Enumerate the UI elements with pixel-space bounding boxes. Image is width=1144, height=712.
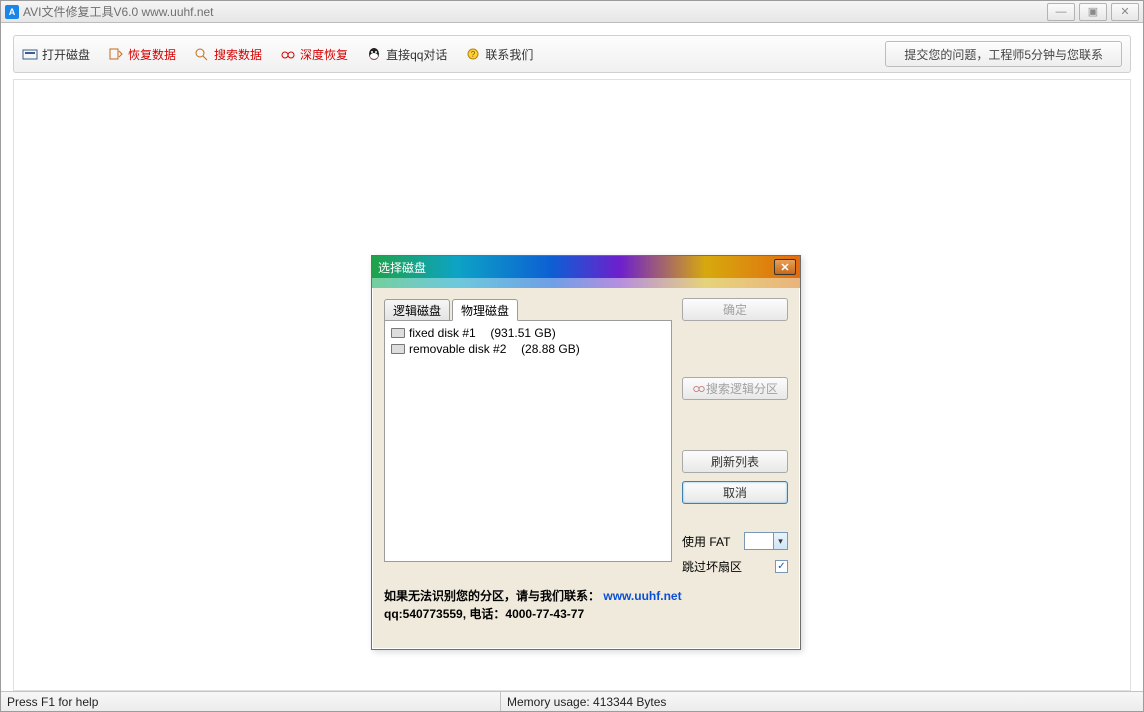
select-disk-dialog: 选择磁盘 ✕ 逻辑磁盘 物理磁盘 — [371, 255, 801, 650]
ok-label: 确定 — [723, 301, 747, 318]
qq-chat-label: 直接qq对话 — [386, 46, 447, 63]
status-left: Press F1 for help — [1, 692, 501, 711]
tab-physical-label: 物理磁盘 — [461, 302, 509, 319]
window-title: AVI文件修复工具V6.0 www.uuhf.net — [23, 3, 214, 20]
ok-button[interactable]: 确定 — [682, 298, 788, 321]
search-icon — [194, 47, 210, 61]
minimize-button[interactable]: — — [1047, 3, 1075, 21]
disk-list-item[interactable]: fixed disk #1 (931.51 GB) — [391, 325, 665, 341]
title-bar: A AVI文件修复工具V6.0 www.uuhf.net — ▣ ✕ — [1, 1, 1143, 23]
skip-bad-checkbox[interactable]: ✓ — [775, 560, 788, 573]
help-icon: ? — [465, 47, 481, 61]
use-fat-label: 使用 FAT — [682, 533, 730, 550]
glasses-icon — [280, 47, 296, 61]
cancel-button[interactable]: 取消 — [682, 481, 788, 504]
qq-icon — [366, 47, 382, 61]
dialog-titlebar[interactable]: 选择磁盘 ✕ — [372, 256, 800, 278]
refresh-button[interactable]: 刷新列表 — [682, 450, 788, 473]
submit-question-button[interactable]: 提交您的问题，工程师5分钟与您联系 — [885, 41, 1122, 67]
dialog-decoration — [372, 278, 800, 288]
hdd-icon — [391, 328, 405, 338]
maximize-button[interactable]: ▣ — [1079, 3, 1107, 21]
recover-data-label: 恢复数据 — [128, 46, 176, 63]
status-right: Memory usage: 413344 Bytes — [501, 692, 1143, 711]
removable-icon — [391, 344, 405, 354]
dialog-footer-text: 如果无法识别您的分区，请与我们联系： www.uuhf.net qq:54077… — [384, 587, 788, 623]
status-bar: Press F1 for help Memory usage: 413344 B… — [1, 691, 1143, 711]
deep-recover-button[interactable]: 深度恢复 — [280, 46, 348, 63]
recover-icon — [108, 47, 124, 61]
search-partition-button[interactable]: 搜索逻辑分区 — [682, 377, 788, 400]
glasses-icon — [692, 382, 706, 396]
status-left-text: Press F1 for help — [7, 695, 98, 709]
tab-physical-disk[interactable]: 物理磁盘 — [452, 299, 518, 321]
open-disk-button[interactable]: 打开磁盘 — [22, 46, 90, 63]
contact-us-button[interactable]: ? 联系我们 — [465, 46, 533, 63]
search-data-button[interactable]: 搜索数据 — [194, 46, 262, 63]
footer-line1-a: 如果无法识别您的分区，请与我们联系： — [384, 589, 600, 603]
disk-name: removable disk #2 — [409, 342, 506, 356]
deep-recover-label: 深度恢复 — [300, 46, 348, 63]
disk-list-item[interactable]: removable disk #2 (28.88 GB) — [391, 341, 665, 357]
app-icon: A — [5, 5, 19, 19]
main-toolbar: 打开磁盘 恢复数据 搜索数据 深度恢复 直接qq对话 — [13, 35, 1131, 73]
check-icon: ✓ — [777, 561, 785, 572]
status-right-text: Memory usage: 413344 Bytes — [507, 695, 666, 709]
chevron-down-icon: ▾ — [773, 533, 787, 549]
skip-bad-label: 跳过坏扇区 — [682, 558, 742, 575]
disk-list[interactable]: fixed disk #1 (931.51 GB) removable disk… — [384, 320, 672, 562]
client-area: 选择磁盘 ✕ 逻辑磁盘 物理磁盘 — [13, 79, 1131, 691]
refresh-label: 刷新列表 — [711, 453, 759, 470]
submit-question-label: 提交您的问题，工程师5分钟与您联系 — [904, 46, 1103, 63]
disk-icon — [22, 47, 38, 61]
dialog-close-button[interactable]: ✕ — [774, 259, 796, 275]
use-fat-select[interactable]: ▾ — [744, 532, 788, 550]
footer-line2: qq:540773559, 电话：4000-77-43-77 — [384, 607, 584, 621]
close-button[interactable]: ✕ — [1111, 3, 1139, 21]
svg-text:?: ? — [471, 50, 476, 59]
qq-chat-button[interactable]: 直接qq对话 — [366, 46, 447, 63]
contact-us-label: 联系我们 — [485, 46, 533, 63]
open-disk-label: 打开磁盘 — [42, 46, 90, 63]
cancel-label: 取消 — [723, 484, 747, 501]
disk-size: (28.88 GB) — [521, 342, 580, 356]
disk-name: fixed disk #1 — [409, 326, 476, 340]
tab-logical-disk[interactable]: 逻辑磁盘 — [384, 299, 450, 321]
tab-logical-label: 逻辑磁盘 — [393, 302, 441, 319]
search-partition-label: 搜索逻辑分区 — [706, 380, 778, 397]
recover-data-button[interactable]: 恢复数据 — [108, 46, 176, 63]
footer-link[interactable]: www.uuhf.net — [603, 589, 681, 603]
dialog-title: 选择磁盘 — [378, 259, 426, 276]
disk-size: (931.51 GB) — [490, 326, 555, 340]
search-data-label: 搜索数据 — [214, 46, 262, 63]
